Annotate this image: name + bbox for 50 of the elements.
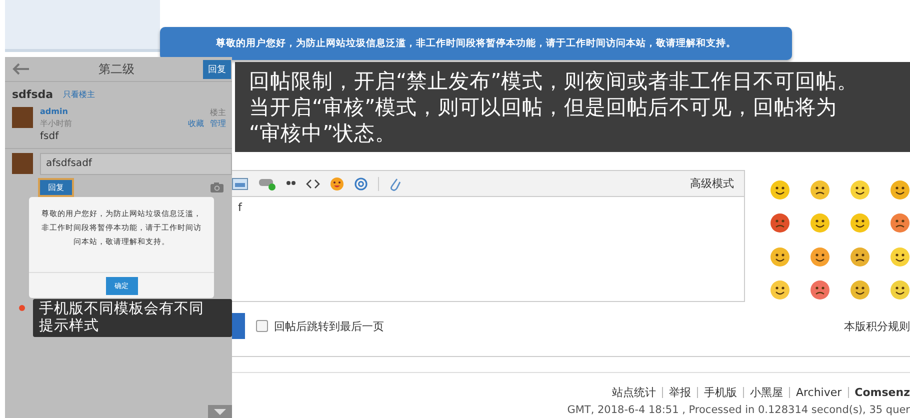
footer-info: GMT, 2018-6-4 18:51 , Processed in 0.128314 second(s), 35 quer bbox=[566, 404, 910, 416]
thread-title: sdfsda bbox=[12, 88, 54, 101]
emoji-icon[interactable] bbox=[890, 213, 910, 234]
emoji-icon[interactable] bbox=[890, 180, 910, 200]
annotation-text: 回帖限制，开启“禁止发布”模式，则夜间或者非工作日不可回帖。 bbox=[249, 68, 858, 94]
emoji-icon[interactable] bbox=[890, 246, 910, 266]
emoji-icon[interactable] bbox=[770, 246, 790, 266]
footer-link[interactable]: 举报 bbox=[668, 385, 691, 400]
footer-link[interactable]: 手机版 bbox=[704, 385, 737, 400]
emoji-icon[interactable] bbox=[850, 280, 870, 300]
annotation-text: 手机版不同模板会有不同 bbox=[39, 301, 204, 318]
avatar-image bbox=[12, 153, 33, 174]
emoji-icon[interactable] bbox=[810, 180, 830, 200]
annotation-text: 当开启“审核”模式，则可以回帖，但是回帖后不可见，回帖将为 bbox=[249, 94, 838, 120]
emoji-icon[interactable] bbox=[770, 180, 790, 200]
post-role: 楼主 bbox=[210, 107, 226, 118]
page-title: 第二级 bbox=[98, 60, 134, 78]
footer-link[interactable]: 站点统计 bbox=[612, 385, 656, 400]
code-icon[interactable] bbox=[306, 178, 320, 190]
avatar-image bbox=[12, 107, 33, 128]
reply-button[interactable]: 回复 bbox=[203, 60, 231, 78]
credit-rules-link[interactable]: 本版积分规则 bbox=[844, 318, 910, 334]
marker-dot bbox=[19, 305, 25, 311]
reply-input-field[interactable]: afsdfsadf bbox=[40, 153, 232, 175]
emoji-icon[interactable] bbox=[770, 280, 790, 300]
emoji-icon[interactable] bbox=[890, 280, 910, 300]
footer-brand-link[interactable]: Comsenz bbox=[854, 386, 910, 399]
caret-icon[interactable] bbox=[208, 405, 232, 418]
notice-banner: 尊敬的用户您好，为防止网站垃圾信息泛滥，非工作时间段将暂停本功能，请于工作时间访问本站，敬请理解和支持。 bbox=[160, 27, 792, 60]
link-add-icon[interactable] bbox=[258, 176, 276, 190]
emoji-icon[interactable] bbox=[850, 180, 870, 200]
emoji-icon[interactable] bbox=[810, 213, 830, 234]
editor-text[interactable]: f bbox=[230, 197, 744, 214]
post-time: 半小时前 bbox=[40, 118, 72, 129]
emoji-icon[interactable] bbox=[810, 280, 830, 300]
footer-link[interactable]: Archiver bbox=[796, 386, 842, 399]
post-content: fsdf bbox=[40, 131, 60, 142]
emoji-icon[interactable] bbox=[850, 213, 870, 234]
annotation-text: 提示样式 bbox=[39, 318, 99, 335]
footer-link[interactable]: 小黑屋 bbox=[750, 385, 783, 400]
emoji-icon[interactable] bbox=[770, 213, 790, 234]
emoji-icon[interactable] bbox=[850, 246, 870, 266]
advanced-mode-link[interactable]: 高级模式 bbox=[690, 176, 734, 191]
emoji-icon[interactable] bbox=[810, 246, 830, 266]
reply-button[interactable]: 回复 bbox=[38, 178, 74, 197]
image-icon[interactable] bbox=[232, 178, 248, 190]
checkbox-label: 回帖后跳转到最后一页 bbox=[274, 318, 384, 334]
checkbox[interactable] bbox=[256, 320, 268, 332]
emoji-icon[interactable] bbox=[330, 176, 344, 190]
annotation-text: “审核中”状态。 bbox=[249, 120, 396, 146]
